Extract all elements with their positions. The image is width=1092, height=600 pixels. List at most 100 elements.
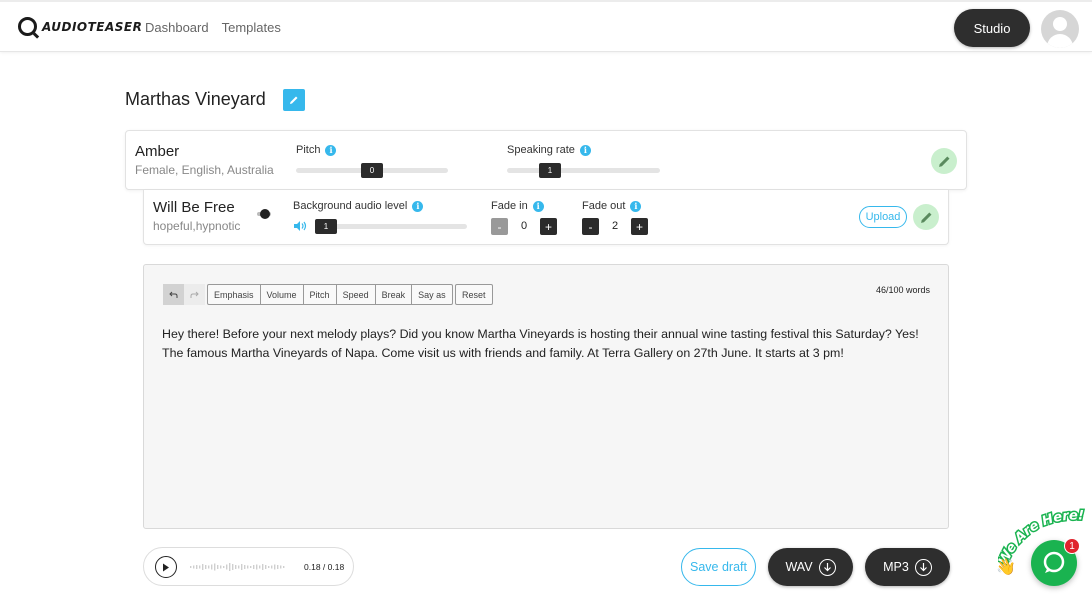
waveform-bar (253, 565, 255, 569)
rate-slider-thumb[interactable]: 1 (539, 163, 561, 178)
waveform-bar (265, 565, 267, 569)
fadeout-label: Fade out i (582, 200, 642, 212)
upload-button[interactable]: Upload (859, 206, 907, 228)
fadeout-minus-button[interactable]: - (582, 218, 599, 235)
tool-pitch[interactable]: Pitch (304, 285, 337, 304)
waveform-bar (196, 565, 198, 569)
pencil-icon (938, 156, 949, 167)
waveform-bar (217, 565, 219, 569)
fadeout-label-text: Fade out (582, 200, 626, 212)
rate-slider[interactable]: 1 (507, 163, 660, 178)
project-title: Marthas Vineyard (125, 89, 266, 109)
waveform-bar (205, 565, 207, 569)
save-draft-button[interactable]: Save draft (681, 548, 756, 586)
pitch-slider[interactable]: 0 (296, 163, 448, 178)
info-icon[interactable]: i (579, 144, 591, 156)
logo-icon (18, 17, 37, 36)
fadein-minus-button[interactable]: - (491, 218, 508, 235)
chat-bubble-icon (1043, 551, 1065, 573)
pitch-label: Pitch i (296, 144, 337, 156)
waveform-bar (226, 564, 228, 570)
waveform-bar (220, 565, 222, 569)
bg-level-thumb[interactable]: 1 (315, 219, 337, 234)
rate-label-text: Speaking rate (507, 144, 575, 156)
history-controls (163, 284, 205, 305)
waveform-bar (262, 564, 264, 570)
info-icon[interactable]: i (532, 200, 544, 212)
play-button[interactable] (155, 556, 177, 578)
waveform-bar (274, 564, 276, 570)
bg-level-slider[interactable]: 1 (315, 219, 467, 234)
waveform-bar (235, 565, 237, 569)
voice-card: Amber Female, English, Australia Pitch i… (125, 130, 967, 190)
pitch-slider-thumb[interactable]: 0 (361, 163, 383, 178)
waveform-bar (199, 565, 201, 569)
download-icon (914, 558, 932, 576)
info-icon[interactable]: i (412, 200, 424, 212)
tool-volume[interactable]: Volume (261, 285, 304, 304)
fadeout-value: 2 (611, 220, 619, 232)
music-tags: hopeful,hypnotic (153, 219, 241, 233)
ssml-toolbar: Emphasis Volume Pitch Speed Break Say as (207, 284, 453, 305)
waveform-bar (283, 566, 285, 568)
bg-level-label: Background audio level i (293, 200, 424, 212)
script-editor[interactable]: Emphasis Volume Pitch Speed Break Say as… (143, 264, 949, 529)
script-text[interactable]: Hey there! Before your next melody plays… (162, 325, 938, 363)
waveform-bar (214, 563, 216, 571)
play-icon (163, 563, 169, 571)
pencil-icon (920, 212, 931, 223)
tool-emphasis[interactable]: Emphasis (208, 285, 261, 304)
download-wav-button[interactable]: WAV (768, 548, 853, 586)
waveform-bar (223, 566, 225, 568)
waveform-bar (241, 564, 243, 570)
tool-say-as[interactable]: Say as (412, 285, 452, 304)
info-icon[interactable]: i (325, 144, 337, 156)
waveform[interactable] (190, 558, 286, 576)
playback-time: 0.18 / 0.18 (304, 562, 345, 572)
waveform-bar (193, 565, 195, 569)
music-card: Will Be Free hopeful,hypnotic Background… (143, 190, 949, 245)
undo-button[interactable] (163, 284, 184, 305)
volume-icon[interactable] (293, 220, 309, 232)
reset-button[interactable]: Reset (455, 284, 493, 305)
waveform-bar (211, 564, 213, 570)
pencil-icon (290, 96, 298, 104)
waveform-bar (259, 565, 261, 569)
nav-templates[interactable]: Templates (222, 20, 281, 35)
nav-dashboard[interactable]: Dashboard (145, 20, 209, 35)
tool-break[interactable]: Break (376, 285, 413, 304)
waveform-bar (268, 566, 270, 568)
fadein-value: 0 (520, 220, 528, 232)
edit-voice-button[interactable] (931, 148, 957, 174)
waveform-bar (232, 564, 234, 570)
info-icon[interactable]: i (630, 200, 642, 212)
edit-title-button[interactable] (283, 89, 305, 111)
waveform-bar (229, 563, 231, 571)
rate-label: Speaking rate i (507, 144, 591, 156)
waveform-bar (202, 564, 204, 570)
edit-music-button[interactable] (913, 204, 939, 230)
top-navbar: AUDIOTEASER Dashboard Templates Studio (0, 0, 1092, 52)
mp3-label: MP3 (883, 560, 909, 574)
waveform-bar (247, 565, 249, 569)
voice-description: Female, English, Australia (135, 163, 274, 177)
fadeout-plus-button[interactable]: + (631, 218, 648, 235)
undo-icon (169, 291, 178, 298)
waveform-bar (277, 565, 279, 569)
fadein-label-text: Fade in (491, 200, 528, 212)
studio-button[interactable]: Studio (954, 9, 1030, 47)
waveform-bar (250, 566, 252, 568)
user-avatar[interactable] (1041, 10, 1079, 48)
logo[interactable]: AUDIOTEASER (18, 17, 142, 36)
music-toggle[interactable] (260, 209, 270, 219)
audio-player: 0.18 / 0.18 (143, 547, 354, 586)
waveform-bar (280, 565, 282, 569)
bg-level-label-text: Background audio level (293, 200, 408, 212)
redo-button[interactable] (184, 284, 205, 305)
voice-name: Amber (135, 143, 180, 160)
download-icon (818, 558, 836, 576)
tool-speed[interactable]: Speed (337, 285, 376, 304)
waveform-bar (256, 564, 258, 570)
fadein-plus-button[interactable]: + (540, 218, 557, 235)
download-mp3-button[interactable]: MP3 (865, 548, 950, 586)
